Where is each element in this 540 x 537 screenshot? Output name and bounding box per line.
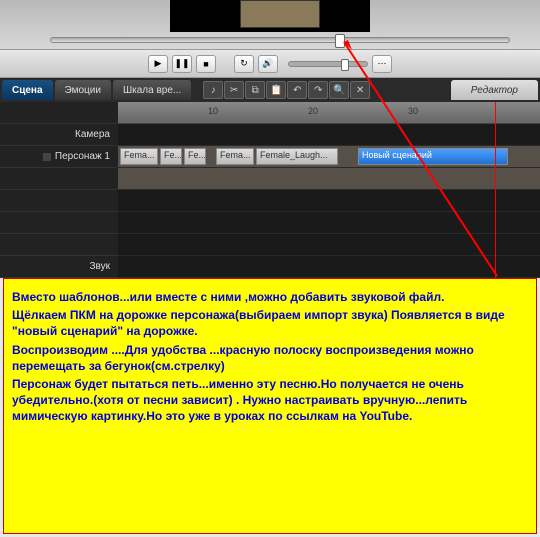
extra-button[interactable]: ⋯ — [372, 55, 392, 73]
tab-bar: Сцена Эмоции Шкала вре... ♪ ✂ ⧉ 📋 ↶ ↷ 🔍 … — [0, 78, 540, 102]
preview-area — [0, 0, 540, 50]
playback-controls: ▶ ❚❚ ■ ↻ 🔊 ⋯ — [0, 50, 540, 78]
annotation-line4: Персонаж будет пытаться петь...именно эт… — [12, 376, 528, 425]
volume-slider[interactable] — [288, 61, 368, 67]
delete-icon[interactable]: ✕ — [350, 81, 370, 99]
clip-fema1[interactable]: Fema... — [120, 148, 158, 165]
track-label-empty2[interactable] — [0, 190, 118, 212]
track-label-empty3[interactable] — [0, 212, 118, 234]
track-label-character1[interactable]: Персонаж 1 — [0, 146, 118, 168]
track-character1[interactable]: Fema... Fe... Fe... Fema... Female_Laugh… — [118, 146, 540, 168]
ruler-tick-20: 20 — [308, 106, 318, 116]
video-preview — [170, 0, 370, 32]
preview-thumbnail — [240, 0, 320, 28]
tab-editor[interactable]: Редактор — [451, 80, 538, 100]
pause-button[interactable]: ❚❚ — [172, 55, 192, 73]
expand-icon[interactable] — [43, 153, 51, 161]
annotation-line1: Вместо шаблонов...или вместе с ними ,мож… — [12, 289, 528, 305]
track-camera[interactable] — [118, 124, 540, 146]
ruler-tick-30: 30 — [408, 106, 418, 116]
track-label-sound[interactable]: Звук — [0, 256, 118, 278]
character1-text: Персонаж 1 — [55, 151, 110, 162]
time-ruler[interactable]: 10 20 30 — [118, 102, 540, 124]
clip-fe2[interactable]: Fe... — [184, 148, 206, 165]
track-label-camera[interactable]: Камера — [0, 124, 118, 146]
track-empty1[interactable] — [118, 168, 540, 190]
zoom-icon[interactable]: 🔍 — [329, 81, 349, 99]
annotation-box: Вместо шаблонов...или вместе с ними ,мож… — [3, 278, 537, 534]
track-label-empty1[interactable] — [0, 168, 118, 190]
tracks-area: 10 20 30 Fema... Fe... Fe... Fema... Fem… — [118, 102, 540, 278]
clip-fe1[interactable]: Fe... — [160, 148, 182, 165]
ruler-tick-10: 10 — [208, 106, 218, 116]
ruler-spacer — [0, 102, 118, 124]
track-label-empty4[interactable] — [0, 234, 118, 256]
scrub-track[interactable] — [50, 37, 510, 43]
track-empty3[interactable] — [118, 212, 540, 234]
clip-laugh[interactable]: Female_Laugh... — [256, 148, 338, 165]
paste-icon[interactable]: 📋 — [266, 81, 286, 99]
tab-timescale[interactable]: Шкала вре... — [113, 80, 191, 100]
annotation-line2: Щёлкаем ПКМ на дорожке персонажа(выбирае… — [12, 307, 528, 339]
tab-emotions[interactable]: Эмоции — [55, 80, 111, 100]
loop-button[interactable]: ↻ — [234, 55, 254, 73]
clip-fema2[interactable]: Fema... — [216, 148, 254, 165]
note-icon[interactable]: ♪ — [203, 81, 223, 99]
cut-icon[interactable]: ✂ — [224, 81, 244, 99]
tab-scene[interactable]: Сцена — [2, 80, 53, 100]
track-labels: Камера Персонаж 1 Звук — [0, 102, 118, 278]
undo-icon[interactable]: ↶ — [287, 81, 307, 99]
play-button[interactable]: ▶ — [148, 55, 168, 73]
track-sound[interactable] — [118, 256, 540, 278]
annotation-line3: Воспроизводим ....Для удобства ...красну… — [12, 342, 528, 374]
timeline: Камера Персонаж 1 Звук 10 20 30 Fema... … — [0, 102, 540, 278]
toolbar: ♪ ✂ ⧉ 📋 ↶ ↷ 🔍 ✕ — [203, 81, 370, 99]
mute-button[interactable]: 🔊 — [258, 55, 278, 73]
clip-scenario[interactable]: Новый сценарий — [358, 148, 508, 165]
redo-icon[interactable]: ↷ — [308, 81, 328, 99]
copy-icon[interactable]: ⧉ — [245, 81, 265, 99]
playhead-line — [495, 102, 496, 278]
track-empty4[interactable] — [118, 234, 540, 256]
volume-handle[interactable] — [341, 59, 349, 71]
stop-button[interactable]: ■ — [196, 55, 216, 73]
scrub-handle[interactable] — [335, 34, 345, 48]
track-empty2[interactable] — [118, 190, 540, 212]
